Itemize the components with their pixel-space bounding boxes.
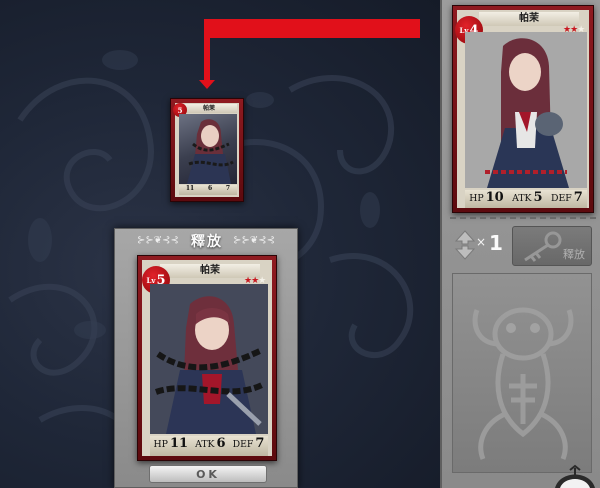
release-button[interactable]: 釋放 xyxy=(512,226,592,266)
hp-value: 11 xyxy=(169,436,189,451)
emblem-panel xyxy=(452,273,592,473)
card-stats: HP 11 ATK 6 DEF 7 xyxy=(150,436,268,456)
card-name: 帕茉 xyxy=(479,12,579,26)
atk-stat: ATK 6 xyxy=(195,436,226,451)
multiplier-sign: × xyxy=(476,235,487,249)
def-stat: DEF 7 xyxy=(551,190,583,205)
hp-label: HP xyxy=(469,193,484,204)
indicator-arrow-head xyxy=(199,80,215,89)
character-portrait-icon xyxy=(465,32,587,188)
card-stats: HP 10 ATK 5 DEF 7 xyxy=(465,190,587,208)
atk-stat: ATK 5 xyxy=(512,190,543,205)
def-value: 7 xyxy=(573,190,583,205)
def-value: 7 xyxy=(255,436,265,451)
release-target-card: 帕茉 ★★★ Lv 5 HP 11 ATK 6 DEF 7 xyxy=(137,255,277,461)
character-portrait-icon xyxy=(150,284,268,434)
indicator-arrow-bar xyxy=(204,19,420,38)
card-artwork xyxy=(179,114,237,184)
atk-label: ATK xyxy=(195,439,215,450)
frog-silhouette-icon xyxy=(472,307,574,460)
release-dialog: ⊱⊱❦⊰⊰ 釋放 ⊱⊱❦⊰⊰ 帕茉 ★★★ Lv 5 HP 11 ATK 6 D… xyxy=(114,228,298,488)
right-side-panel: 帕茉 ★★★ Lv 4 HP 10 ATK 5 DEF 7 × 1 釋放 xyxy=(440,0,600,488)
atk-value: 6 xyxy=(216,436,226,451)
hp-stat: HP 11 xyxy=(154,436,189,451)
panel-divider xyxy=(450,217,596,219)
corner-ornament-icon xyxy=(555,464,595,488)
def-value: 7 xyxy=(225,185,231,192)
ok-button[interactable]: OK xyxy=(149,465,267,483)
def-label: DEF xyxy=(550,193,572,204)
atk-label: ATK xyxy=(512,193,532,204)
hp-value: 10 xyxy=(485,190,504,205)
atk-value: 6 xyxy=(207,185,213,192)
def-label: DEF xyxy=(232,439,254,450)
title-flourish-right: ⊱⊱❦⊰⊰ xyxy=(233,235,275,246)
hp-value: 11 xyxy=(185,185,195,192)
selected-card-preview[interactable]: 帕茉 ★★★ Lv 4 HP 10 ATK 5 DEF 7 xyxy=(452,5,594,213)
card-name: 帕茉 xyxy=(181,104,237,113)
card-artwork xyxy=(150,284,268,434)
key-icon xyxy=(524,231,562,262)
character-portrait-icon xyxy=(187,119,234,184)
atk-value: 5 xyxy=(533,190,543,205)
hp-stat: HP 10 xyxy=(469,190,504,205)
def-stat: DEF 7 xyxy=(233,436,265,451)
card-stats: 11 6 7 xyxy=(179,185,237,195)
release-count: 1 xyxy=(489,231,503,255)
field-card-small[interactable]: 帕茉 5 11 6 7 xyxy=(170,98,244,202)
release-button-label: 釋放 xyxy=(563,248,585,261)
up-down-arrows-icon xyxy=(454,230,476,260)
indicator-arrow-stem xyxy=(204,19,210,83)
card-artwork xyxy=(465,32,587,188)
hp-label: HP xyxy=(153,439,168,450)
